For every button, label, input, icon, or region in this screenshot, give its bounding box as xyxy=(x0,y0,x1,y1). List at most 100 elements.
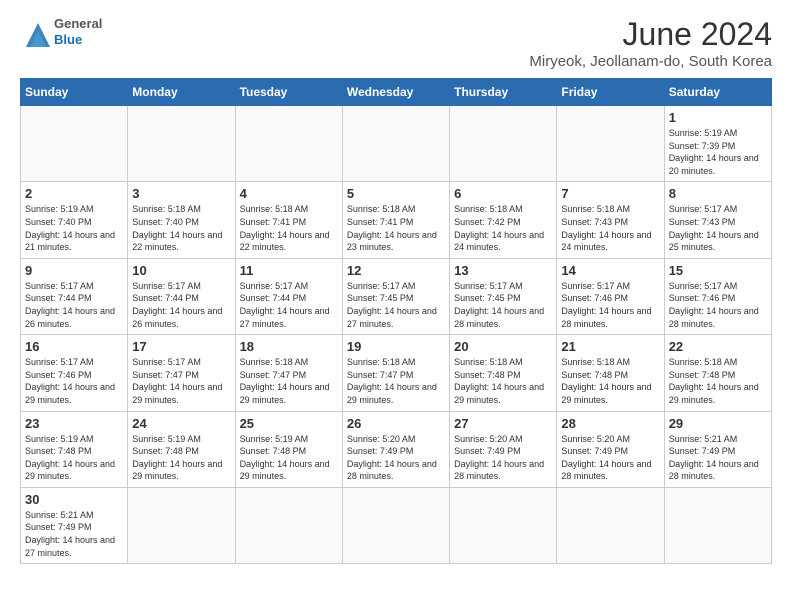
calendar-cell: 10 Sunrise: 5:17 AMSunset: 7:44 PMDayligh… xyxy=(128,258,235,334)
cell-info: Sunrise: 5:20 AMSunset: 7:49 PMDaylight:… xyxy=(454,434,544,482)
cell-info: Sunrise: 5:18 AMSunset: 7:48 PMDaylight:… xyxy=(454,357,544,405)
calendar-table: SundayMondayTuesdayWednesdayThursdayFrid… xyxy=(20,78,772,564)
logo-text: General Blue xyxy=(54,16,102,47)
calendar-cell: 4 Sunrise: 5:18 AMSunset: 7:41 PMDaylight… xyxy=(235,182,342,258)
date-number: 7 xyxy=(561,186,659,201)
cell-info: Sunrise: 5:18 AMSunset: 7:48 PMDaylight:… xyxy=(669,357,759,405)
date-number: 8 xyxy=(669,186,767,201)
calendar-cell: 23Sunrise: 5:19 AMSunset: 7:48 PMDayligh… xyxy=(21,411,128,487)
calendar-cell: 12 Sunrise: 5:17 AMSunset: 7:45 PMDayligh… xyxy=(342,258,449,334)
date-number: 17 xyxy=(132,339,230,354)
cell-info: Sunrise: 5:17 AMSunset: 7:43 PMDaylight:… xyxy=(669,204,759,252)
date-number: 10 xyxy=(132,263,230,278)
date-number: 30 xyxy=(25,492,123,507)
date-number: 28 xyxy=(561,416,659,431)
date-number: 19 xyxy=(347,339,445,354)
calendar-cell xyxy=(342,487,449,563)
week-row-4: 23 Sunrise: 5:19 AMSunset: 7:48 PMDayligh… xyxy=(21,411,772,487)
title-block: June 2024 Miryeok, Jeollanam-do, South K… xyxy=(529,16,772,70)
date-number: 20 xyxy=(454,339,552,354)
cell-info: Sunrise: 5:19 AMSunset: 7:48 PMDaylight:… xyxy=(132,434,222,482)
date-number: 12 xyxy=(347,263,445,278)
calendar-cell: 3Sunrise: 5:18 AMSunset: 7:40 PMDaylight… xyxy=(128,182,235,258)
calendar-cell: 14 Sunrise: 5:17 AMSunset: 7:46 PMDayligh… xyxy=(557,258,664,334)
cell-info: Sunrise: 5:18 AMSunset: 7:40 PMDaylight:… xyxy=(132,204,222,252)
calendar-cell: 17 Sunrise: 5:17 AMSunset: 7:47 PMDayligh… xyxy=(128,335,235,411)
cell-info: Sunrise: 5:18 AMSunset: 7:43 PMDaylight:… xyxy=(561,204,651,252)
cell-info: Sunrise: 5:17 AMSunset: 7:46 PMDaylight:… xyxy=(669,281,759,329)
page: General Blue June 2024 Miryeok, Jeollana… xyxy=(0,0,792,584)
calendar-cell: 25 Sunrise: 5:19 AMSunset: 7:48 PMDayligh… xyxy=(235,411,342,487)
weekday-header-friday: Friday xyxy=(557,79,664,106)
date-number: 18 xyxy=(240,339,338,354)
calendar-cell: 9Sunrise: 5:17 AMSunset: 7:44 PMDaylight… xyxy=(21,258,128,334)
date-number: 22 xyxy=(669,339,767,354)
calendar-cell: 28 Sunrise: 5:20 AMSunset: 7:49 PMDayligh… xyxy=(557,411,664,487)
weekday-header-sunday: Sunday xyxy=(21,79,128,106)
weekday-header-thursday: Thursday xyxy=(450,79,557,106)
date-number: 24 xyxy=(132,416,230,431)
logo-icon xyxy=(20,17,50,47)
logo-blue-text: Blue xyxy=(54,32,102,48)
week-row-1: 2Sunrise: 5:19 AMSunset: 7:40 PMDaylight… xyxy=(21,182,772,258)
date-number: 26 xyxy=(347,416,445,431)
calendar-cell xyxy=(128,106,235,182)
calendar-cell xyxy=(21,106,128,182)
date-number: 4 xyxy=(240,186,338,201)
calendar-body: 1 Sunrise: 5:19 AMSunset: 7:39 PMDaylight… xyxy=(21,106,772,564)
cell-info: Sunrise: 5:18 AMSunset: 7:41 PMDaylight:… xyxy=(347,204,437,252)
date-number: 21 xyxy=(561,339,659,354)
cell-info: Sunrise: 5:17 AMSunset: 7:45 PMDaylight:… xyxy=(454,281,544,329)
cell-info: Sunrise: 5:19 AMSunset: 7:40 PMDaylight:… xyxy=(25,204,115,252)
calendar-cell: 8 Sunrise: 5:17 AMSunset: 7:43 PMDaylight… xyxy=(664,182,771,258)
calendar-cell xyxy=(450,487,557,563)
calendar-cell: 21 Sunrise: 5:18 AMSunset: 7:48 PMDayligh… xyxy=(557,335,664,411)
calendar-cell: 5 Sunrise: 5:18 AMSunset: 7:41 PMDaylight… xyxy=(342,182,449,258)
cell-info: Sunrise: 5:19 AMSunset: 7:48 PMDaylight:… xyxy=(240,434,330,482)
cell-info: Sunrise: 5:21 AMSunset: 7:49 PMDaylight:… xyxy=(25,510,115,558)
date-number: 25 xyxy=(240,416,338,431)
cell-info: Sunrise: 5:17 AMSunset: 7:45 PMDaylight:… xyxy=(347,281,437,329)
cell-info: Sunrise: 5:20 AMSunset: 7:49 PMDaylight:… xyxy=(561,434,651,482)
date-number: 1 xyxy=(669,110,767,125)
date-number: 16 xyxy=(25,339,123,354)
header: General Blue June 2024 Miryeok, Jeollana… xyxy=(20,16,772,70)
date-number: 29 xyxy=(669,416,767,431)
date-number: 13 xyxy=(454,263,552,278)
date-number: 9 xyxy=(25,263,123,278)
date-number: 5 xyxy=(347,186,445,201)
weekday-header-wednesday: Wednesday xyxy=(342,79,449,106)
date-number: 27 xyxy=(454,416,552,431)
calendar-cell: 20 Sunrise: 5:18 AMSunset: 7:48 PMDayligh… xyxy=(450,335,557,411)
calendar-cell: 30 Sunrise: 5:21 AMSunset: 7:49 PMDayligh… xyxy=(21,487,128,563)
calendar-cell xyxy=(557,487,664,563)
calendar-header: SundayMondayTuesdayWednesdayThursdayFrid… xyxy=(21,79,772,106)
calendar-cell: 11 Sunrise: 5:17 AMSunset: 7:44 PMDayligh… xyxy=(235,258,342,334)
calendar-cell: 1 Sunrise: 5:19 AMSunset: 7:39 PMDaylight… xyxy=(664,106,771,182)
cell-info: Sunrise: 5:17 AMSunset: 7:44 PMDaylight:… xyxy=(240,281,330,329)
weekday-row: SundayMondayTuesdayWednesdayThursdayFrid… xyxy=(21,79,772,106)
cell-info: Sunrise: 5:19 AMSunset: 7:39 PMDaylight:… xyxy=(669,128,759,176)
date-number: 23 xyxy=(25,416,123,431)
calendar-cell: 29 Sunrise: 5:21 AMSunset: 7:49 PMDayligh… xyxy=(664,411,771,487)
main-title: June 2024 xyxy=(529,16,772,53)
cell-info: Sunrise: 5:17 AMSunset: 7:47 PMDaylight:… xyxy=(132,357,222,405)
calendar-cell: 24 Sunrise: 5:19 AMSunset: 7:48 PMDayligh… xyxy=(128,411,235,487)
calendar-cell xyxy=(557,106,664,182)
calendar-cell: 2Sunrise: 5:19 AMSunset: 7:40 PMDaylight… xyxy=(21,182,128,258)
subtitle: Miryeok, Jeollanam-do, South Korea xyxy=(529,53,772,70)
cell-info: Sunrise: 5:18 AMSunset: 7:48 PMDaylight:… xyxy=(561,357,651,405)
date-number: 11 xyxy=(240,263,338,278)
date-number: 14 xyxy=(561,263,659,278)
cell-info: Sunrise: 5:18 AMSunset: 7:41 PMDaylight:… xyxy=(240,204,330,252)
week-row-3: 16Sunrise: 5:17 AMSunset: 7:46 PMDayligh… xyxy=(21,335,772,411)
logo-general-text: General xyxy=(54,16,102,32)
weekday-header-monday: Monday xyxy=(128,79,235,106)
calendar-cell: 15 Sunrise: 5:17 AMSunset: 7:46 PMDayligh… xyxy=(664,258,771,334)
calendar-cell xyxy=(128,487,235,563)
week-row-5: 30 Sunrise: 5:21 AMSunset: 7:49 PMDayligh… xyxy=(21,487,772,563)
cell-info: Sunrise: 5:17 AMSunset: 7:46 PMDaylight:… xyxy=(561,281,651,329)
cell-info: Sunrise: 5:17 AMSunset: 7:44 PMDaylight:… xyxy=(132,281,222,329)
cell-info: Sunrise: 5:21 AMSunset: 7:49 PMDaylight:… xyxy=(669,434,759,482)
date-number: 15 xyxy=(669,263,767,278)
